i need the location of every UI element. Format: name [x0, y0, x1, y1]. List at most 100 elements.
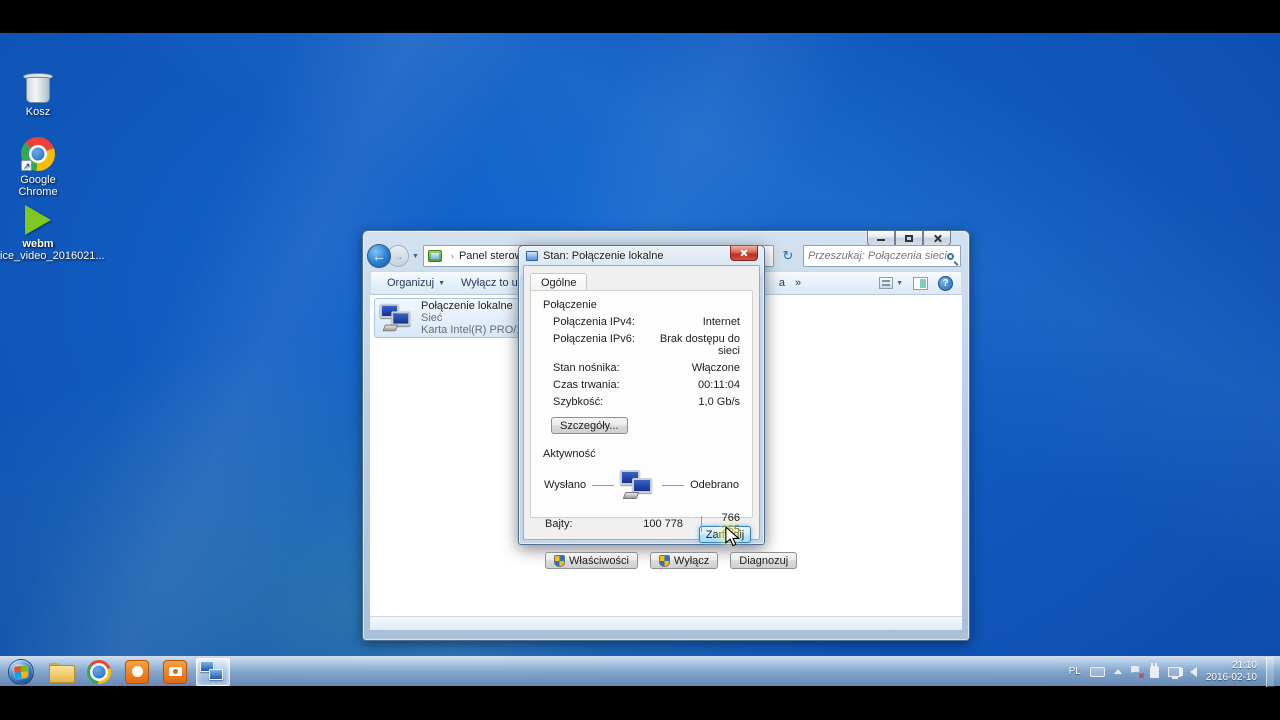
taskbar-chrome-button[interactable]	[82, 658, 116, 686]
stat-label: Stan nośnika:	[553, 362, 648, 374]
preview-pane-button[interactable]	[913, 277, 928, 290]
recorder-icon	[125, 660, 149, 684]
disable-button[interactable]: Wyłącz	[650, 552, 718, 569]
stat-label: Szybkość:	[553, 396, 648, 408]
tab-label: Ogólne	[541, 277, 576, 289]
tray-date: 2016-02-10	[1206, 672, 1257, 684]
close-icon	[933, 234, 942, 243]
network-connection-icon	[380, 304, 414, 333]
activity-computers-icon	[620, 470, 656, 500]
help-icon: ?	[942, 278, 948, 289]
recent-pages-dropdown[interactable]: ▼	[412, 253, 419, 260]
close-icon	[740, 249, 748, 257]
details-button[interactable]: Szczegóły...	[551, 417, 628, 434]
power-icon[interactable]	[1150, 666, 1159, 678]
desktop: Kosz ↗ Google Chrome webm ice_video_2016…	[0, 33, 1280, 686]
bytes-label: Bajty:	[543, 518, 613, 530]
organize-menu-button[interactable]: Organizuj ▼	[379, 277, 453, 289]
back-icon: ←	[372, 248, 386, 264]
toolbar-overflow-button[interactable]: »	[787, 277, 809, 289]
stat-label: Czas trwania:	[553, 379, 648, 391]
stat-value: Internet	[648, 316, 740, 328]
windows-logo-icon	[14, 665, 28, 678]
icon-label: Google Chrome	[0, 174, 76, 198]
start-button[interactable]	[8, 659, 34, 685]
toolbar-fragment: a	[779, 277, 785, 289]
taskbar-screenshot-button[interactable]	[158, 658, 192, 686]
properties-button[interactable]: Właściwości	[545, 552, 638, 569]
stat-label: Połączenia IPv6:	[553, 333, 648, 357]
chrome-icon	[87, 660, 111, 684]
uac-shield-icon	[659, 555, 670, 567]
taskbar-recorder-button[interactable]	[120, 658, 154, 686]
dialog-titlebar[interactable]: Stan: Połączenie lokalne	[519, 246, 764, 265]
chevron-down-icon: ▼	[438, 280, 445, 287]
mouse-cursor	[724, 527, 742, 547]
refresh-button[interactable]: ↻	[778, 245, 798, 267]
keyboard-layout-icon[interactable]	[1090, 667, 1105, 677]
location-icon	[428, 250, 442, 262]
taskbar: PL 21:10 2016-02-10	[0, 656, 1280, 686]
change-view-button[interactable]: ▼	[879, 277, 903, 289]
stat-row-duration: Czas trwania: 00:11:04	[543, 379, 740, 391]
views-icon	[879, 277, 893, 289]
desktop-icon-recycle-bin[interactable]: Kosz	[0, 69, 76, 118]
diagnose-label: Diagnozuj	[739, 555, 788, 567]
connector-line	[662, 485, 684, 486]
properties-label: Właściwości	[569, 555, 629, 567]
language-indicator[interactable]: PL	[1069, 666, 1081, 677]
toolbar-clipped-item: a	[777, 277, 787, 289]
stat-row-speed: Szybkość: 1,0 Gb/s	[543, 396, 740, 408]
chevron-down-icon: ▼	[896, 280, 903, 287]
group-label: Aktywność	[543, 448, 596, 460]
taskbar-explorer-button[interactable]	[44, 658, 78, 686]
details-label: Szczegóły...	[560, 420, 619, 432]
stat-value: 00:11:04	[648, 379, 740, 391]
dialog-icon	[526, 251, 538, 261]
volume-icon[interactable]	[1190, 667, 1197, 677]
folder-icon	[49, 663, 73, 681]
screen: Kosz ↗ Google Chrome webm ice_video_2016…	[0, 0, 1280, 720]
connector-line	[592, 485, 614, 486]
minimize-icon	[877, 239, 885, 241]
stat-value: Włączone	[648, 362, 740, 374]
taskbar-clock[interactable]: 21:10 2016-02-10	[1206, 660, 1257, 684]
dialog-close-button[interactable]	[730, 246, 758, 261]
shortcut-arrow-icon: ↗	[21, 160, 32, 171]
bytes-sent-value: 100 778	[613, 518, 683, 530]
icon-label: Kosz	[0, 106, 76, 118]
forward-icon: →	[392, 249, 404, 263]
activity-group: Aktywność	[543, 448, 740, 460]
help-button[interactable]: ?	[938, 276, 953, 291]
dialog-title: Stan: Połączenie lokalne	[543, 250, 663, 262]
icon-filename: ice_video_2016021...	[0, 250, 76, 262]
action-center-icon[interactable]	[1131, 666, 1141, 678]
back-button[interactable]: ←	[367, 244, 391, 268]
maximize-icon	[905, 235, 913, 242]
search-icon	[947, 253, 954, 260]
show-desktop-button[interactable]	[1266, 657, 1274, 687]
tab-general[interactable]: Ogólne	[530, 273, 587, 291]
show-hidden-icons-button[interactable]	[1114, 669, 1122, 674]
diagnose-button[interactable]: Diagnozuj	[730, 552, 797, 569]
breadcrumb-chevron-icon: ›	[446, 251, 459, 261]
stat-label: Połączenia IPv4:	[553, 316, 648, 328]
stat-value: Brak dostępu do sieci	[648, 333, 740, 357]
stat-row-ipv6: Połączenia IPv6: Brak dostępu do sieci	[543, 333, 740, 357]
search-box[interactable]	[803, 245, 961, 267]
status-dialog: Stan: Połączenie lokalne Ogólne Połączen…	[518, 245, 765, 545]
refresh-icon: ↻	[783, 248, 794, 264]
received-label: Odebrano	[690, 479, 739, 491]
divider	[701, 516, 702, 532]
sent-label: Wysłano	[544, 479, 586, 491]
dialog-body: Ogólne Połączenie Połączenia IPv4: Inter…	[523, 265, 760, 540]
taskbar-network-connections-button[interactable]	[196, 658, 230, 686]
search-input[interactable]	[808, 250, 947, 262]
connection-group: Połączenie	[543, 299, 740, 311]
recycle-bin-icon	[23, 69, 53, 103]
tray-time: 21:10	[1206, 660, 1257, 672]
tab-page: Połączenie Połączenia IPv4: Internet Poł…	[530, 290, 753, 518]
desktop-icon-google-chrome[interactable]: ↗ Google Chrome	[0, 137, 76, 198]
desktop-icon-webm-video[interactable]: webm ice_video_2016021...	[0, 205, 76, 262]
disable-label: Wyłącz	[674, 555, 709, 567]
